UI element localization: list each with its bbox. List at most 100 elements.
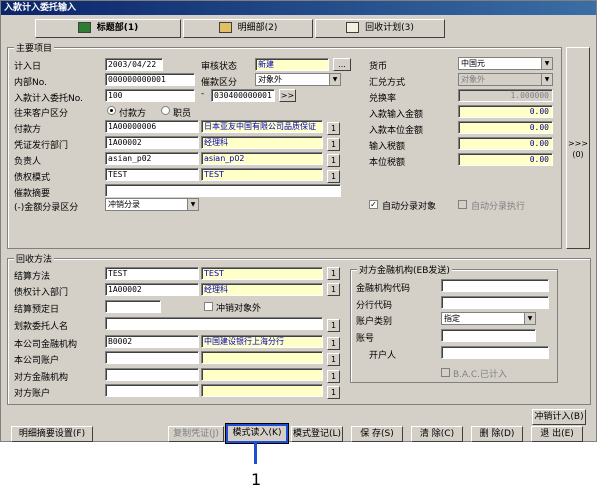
auto-entry-label: 自动分录对象 [382,202,437,212]
other-account-code-input[interactable] [105,384,199,397]
transfer-name-input[interactable] [105,317,323,330]
auto-entry-checkbox[interactable]: ✓ [369,200,378,209]
exit-button[interactable]: 退 出(E) [531,426,583,442]
settle-method-code-input[interactable]: TEST [105,267,199,280]
document-icon [218,22,232,33]
main-items-legend: 主要项目 [14,41,55,54]
summary-input[interactable] [105,184,341,197]
pattern-label: 债权模式 [14,173,51,183]
tab-detail-label: 明细部(2) [237,23,278,33]
bac-checkbox [441,368,450,377]
pattern-input-button[interactable]: 模式读入(K) [225,423,289,444]
other-account-lookup-button[interactable]: 1 [327,386,340,399]
pattern-lookup-button[interactable]: 1 [327,170,340,183]
person-lookup-button[interactable]: 1 [327,154,340,167]
voucher-dept-name-field: 经理科 [201,136,323,149]
amount-class-label: (-)金额分录区分 [14,203,79,213]
transfer-name-label: 划款委托人名 [14,322,69,332]
company-account-code-input[interactable] [105,351,199,364]
bank-code-input[interactable] [441,279,549,292]
review-status-button[interactable]: ... [333,58,351,71]
pattern-register-button[interactable]: 模式登记(L) [291,426,343,442]
rate-method-value: 对象外 [461,75,485,84]
other-account-label: 对方账户 [14,389,51,399]
radio-payer[interactable] [107,106,116,115]
auto-exec-label: 自动分录执行 [471,202,526,212]
amount-class-value: 冲销分录 [108,200,140,209]
expand-side-button[interactable]: >>> (0) [566,47,590,249]
copy-voucher-button: 复制凭证(J) [168,426,224,442]
radio-payer-label: 付款方 [119,109,147,119]
local-tax-field: 0.00 [458,153,553,166]
company-account-lookup-button[interactable]: 1 [327,353,340,366]
tab-header-label: 标题部(1) [96,23,139,33]
other-account-name-field [201,384,323,397]
delegation-no-sub-input[interactable]: 030400000001 [211,89,275,102]
settle-date-input[interactable] [105,300,161,313]
holder-input[interactable] [441,346,549,359]
chevron-down-icon: ▼ [329,74,340,85]
settle-method-label: 结算方法 [14,272,51,282]
amount-class-select[interactable]: 冲销分录 ▼ [105,198,199,211]
detail-summary-button[interactable]: 明细摘要设置(F) [11,426,93,442]
account-no-input[interactable] [441,329,536,342]
input-amount-label: 入款输入金额 [369,110,424,120]
settle-date-label: 结算预定日 [14,305,60,315]
company-account-label: 本公司账户 [14,356,60,366]
company-account-name-field [201,351,323,364]
clear-button[interactable]: 清 除(C) [411,426,463,442]
callout-number: 1 [251,470,262,489]
pattern-name-field: TEST [201,168,323,181]
company-bank-code-input[interactable]: B0002 [105,335,199,348]
transfer-name-lookup-button[interactable]: 1 [327,319,340,332]
other-bank-label: 对方金融机构 [14,373,69,383]
branch-code-label: 分行代码 [356,301,393,311]
tab-collect-plan-label: 回收计划(3) [365,23,414,33]
tab-collect-plan[interactable]: 回收计划(3) [315,19,445,38]
company-bank-lookup-button[interactable]: 1 [327,337,340,350]
payer-lookup-button[interactable]: 1 [327,122,340,135]
debit-class-label: 催款区分 [201,78,238,88]
delegation-no-input[interactable]: 100 [105,89,195,102]
tab-header[interactable]: 标题部(1) [35,19,181,38]
chevron-down-icon: ▼ [541,74,552,85]
account-type-select[interactable]: 指定 ▼ [441,312,536,325]
person-code-input[interactable]: asian_p02 [105,152,199,165]
person-name-field: asian_p02 [201,152,323,165]
review-status-label: 审核状态 [201,62,238,72]
pattern-code-input[interactable]: TEST [105,168,199,181]
delete-button[interactable]: 删 除(D) [471,426,523,442]
chevron-down-icon: ▼ [524,313,535,324]
settle-method-name-field: TEST [201,267,323,280]
debt-dept-code-input[interactable]: 1A00002 [105,283,199,296]
chevron-down-icon: ▼ [541,58,552,69]
delegation-jump-button[interactable]: >> [279,89,296,102]
account-type-value: 指定 [444,314,460,323]
book-icon [77,22,91,33]
booking-date-input[interactable]: 2003/04/22 [105,58,163,71]
other-bank-lookup-button[interactable]: 1 [327,370,340,383]
offset-entry-button[interactable]: 冲销计入(B) [532,409,586,425]
branch-code-input[interactable] [441,296,549,309]
voucher-dept-code-input[interactable]: 1A00002 [105,136,199,149]
rate-label: 兑换率 [369,94,397,104]
internal-no-input[interactable]: 000000000001 [105,73,195,86]
debt-dept-lookup-button[interactable]: 1 [327,283,340,296]
debit-class-select[interactable]: 对象外 ▼ [255,73,341,86]
partner-class-label: 往来客户区分 [14,109,69,119]
summary-label: 催款摘要 [14,189,51,199]
save-button[interactable]: 保 存(S) [351,426,403,442]
window-title: 入款计入委托输入 [1,1,596,15]
voucher-dept-lookup-button[interactable]: 1 [327,138,340,151]
offset-checkbox[interactable] [204,302,213,311]
tab-detail[interactable]: 明细部(2) [183,19,313,38]
currency-select[interactable]: 中国元 ▼ [458,57,553,70]
rate-method-label: 汇兑方式 [369,78,406,88]
radio-staff[interactable] [161,106,170,115]
currency-label: 货币 [369,62,388,72]
person-label: 负责人 [14,157,42,167]
settle-method-lookup-button[interactable]: 1 [327,267,340,280]
payer-code-input[interactable]: 1A00000006 [105,120,199,133]
other-bank-code-input[interactable] [105,368,199,381]
counter-bank-legend: 对方金融机构(EB发送) [357,263,452,276]
